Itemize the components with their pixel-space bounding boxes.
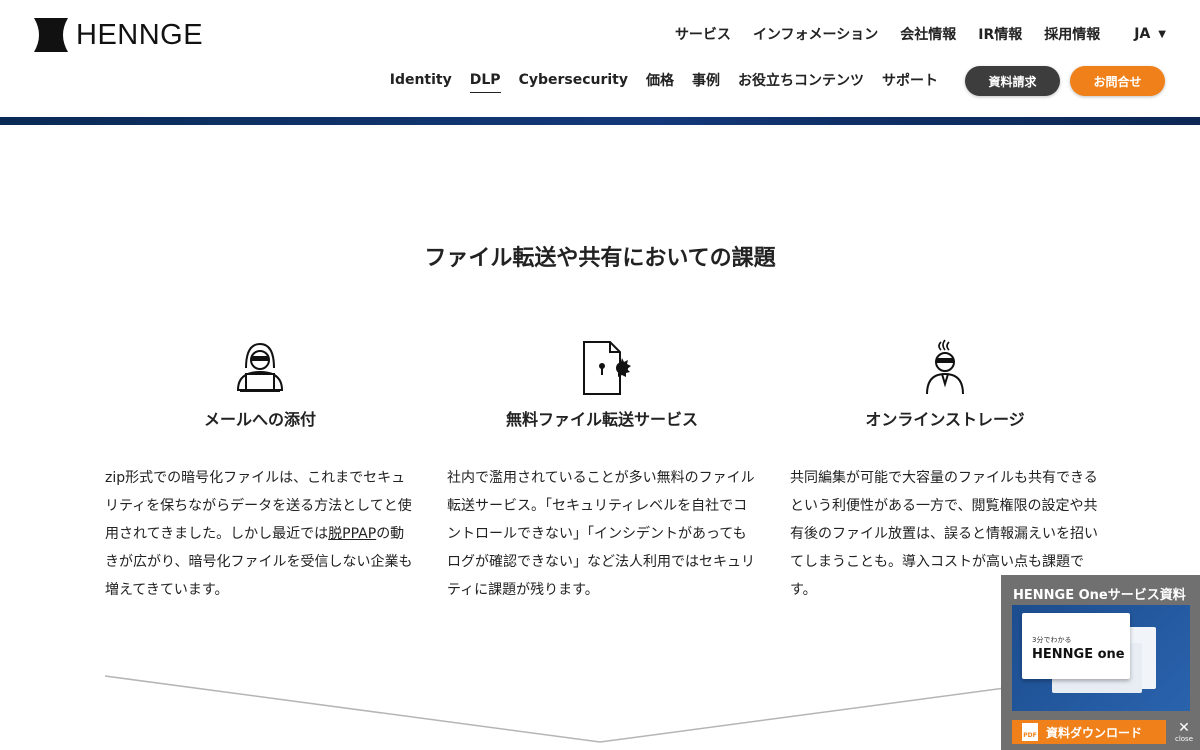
issue-text-email: zip形式での暗号化ファイルは、これまでセキュリティを保ちながらデータを送る方法… xyxy=(105,464,415,604)
banner-document-image[interactable]: 3分でわかる HENNGE one xyxy=(1012,605,1190,711)
nav-item-support[interactable]: サポート xyxy=(882,70,938,90)
download-label: 資料ダウンロード xyxy=(1046,725,1143,740)
pdf-icon: PDF xyxy=(1022,723,1038,741)
header-band xyxy=(0,117,1200,125)
nav-item-cybersecurity[interactable]: Cybersecurity xyxy=(519,72,628,88)
close-label: close xyxy=(1174,735,1194,743)
doc-brand-text: HENNGE one xyxy=(1032,647,1125,662)
banner-close-button[interactable]: ✕ close xyxy=(1173,721,1195,747)
request-documents-button[interactable]: 資料請求 xyxy=(965,66,1060,96)
ppap-link[interactable]: 脱PPAP xyxy=(328,526,376,542)
issue-title-email: メールへの添付 xyxy=(203,410,316,429)
issue-title-transfer: 無料ファイル転送サービス xyxy=(505,410,698,429)
henngE-logo-icon xyxy=(34,18,68,52)
issue-text-transfer: 社内で濫用されていることが多い無料のファイル転送サービス。「セキュリティレベルを… xyxy=(447,470,755,598)
nav-item-pricing[interactable]: 価格 xyxy=(646,70,674,90)
topnav-item-information[interactable]: インフォメーション xyxy=(753,24,878,44)
top-nav: サービス インフォメーション 会社情報 IR情報 採用情報 JA ▼ xyxy=(675,24,1166,44)
main-nav: Identity DLP Cybersecurity 価格 事例 お役立ちコンテ… xyxy=(390,70,938,93)
doc-small-text: 3分でわかる xyxy=(1032,636,1072,644)
topnav-item-services[interactable]: サービス xyxy=(675,24,731,44)
nav-item-identity[interactable]: Identity xyxy=(390,72,452,88)
section-divider-chevron xyxy=(105,675,1095,743)
nav-item-dlp[interactable]: DLP xyxy=(469,72,501,93)
download-documents-button[interactable]: PDF 資料ダウンロード xyxy=(1012,720,1166,744)
henngE-logo[interactable]: HENNGE xyxy=(34,18,203,52)
worried-person-icon xyxy=(926,339,964,395)
section-title: ファイル転送や共有においての課題 xyxy=(424,246,776,271)
topnav-item-company[interactable]: 会社情報 xyxy=(900,24,956,44)
locked-file-icon xyxy=(583,341,631,395)
issue-column-storage: オンラインストレージ 共同編集が可能で大容量のファイルも共有できるという利便性が… xyxy=(790,338,1100,604)
issue-column-email: メールへの添付 zip形式での暗号化ファイルは、これまでセキュリティを保ちながら… xyxy=(105,338,415,604)
language-label: JA xyxy=(1134,26,1151,42)
language-selector[interactable]: JA ▼ xyxy=(1134,26,1166,42)
issue-title-storage: オンラインストレージ xyxy=(865,410,1025,429)
logo-text: HENNGE xyxy=(76,18,204,51)
hacker-laptop-icon xyxy=(236,342,284,392)
topnav-item-recruit[interactable]: 採用情報 xyxy=(1044,24,1100,44)
nav-item-cases[interactable]: 事例 xyxy=(692,70,720,90)
service-doc-banner[interactable]: HENNGE Oneサービス資料 3分でわかる HENNGE one PDF 資… xyxy=(1001,575,1200,750)
contact-button[interactable]: お問合せ xyxy=(1070,66,1165,96)
site-header: HENNGE サービス インフォメーション 会社情報 IR情報 採用情報 JA … xyxy=(0,0,1200,118)
close-icon: ✕ xyxy=(1178,720,1190,736)
caret-down-icon: ▼ xyxy=(1158,28,1166,40)
topnav-item-ir[interactable]: IR情報 xyxy=(978,24,1022,44)
doc-preview-cover: 3分でわかる HENNGE one xyxy=(1022,613,1130,679)
issue-column-transfer: 無料ファイル転送サービス 社内で濫用されていることが多い無料のファイル転送サービ… xyxy=(447,338,757,604)
banner-title: HENNGE Oneサービス資料 xyxy=(1013,588,1186,603)
nav-item-resources[interactable]: お役立ちコンテンツ xyxy=(738,70,864,90)
